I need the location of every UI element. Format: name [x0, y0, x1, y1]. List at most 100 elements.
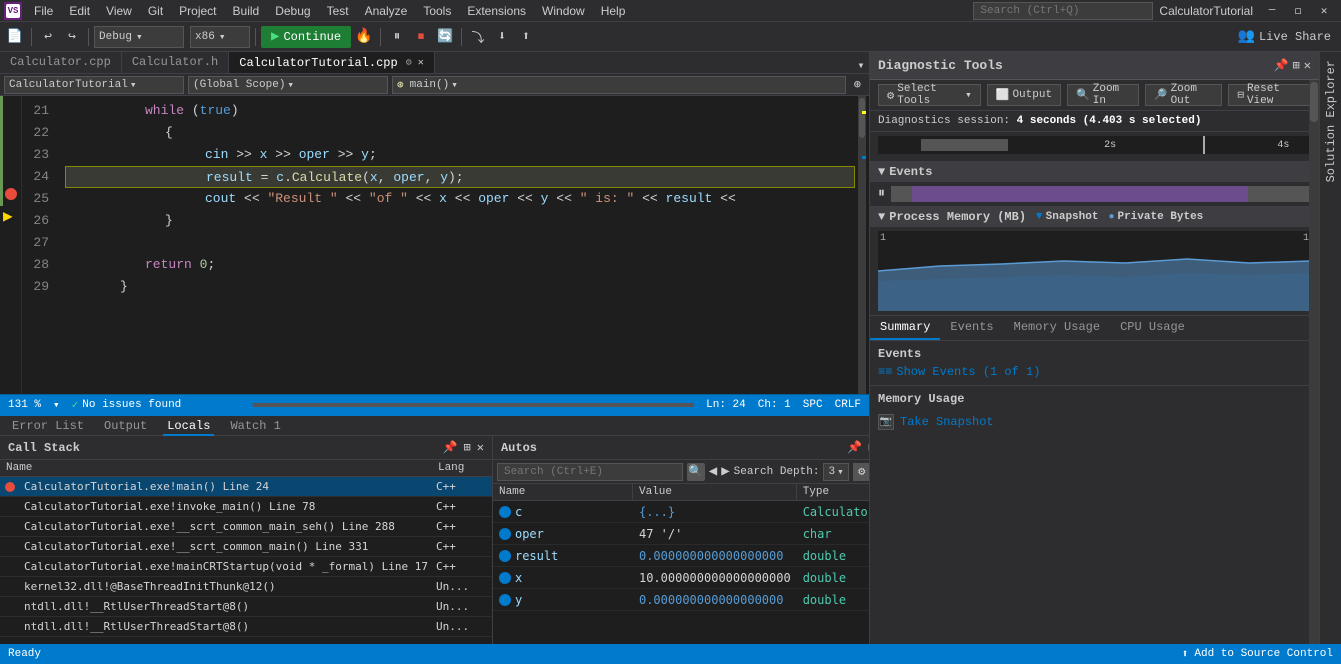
autos-search-input[interactable]	[497, 463, 683, 481]
autos-search-btn[interactable]: 🔍	[687, 463, 705, 481]
tab-watch1[interactable]: Watch 1	[226, 416, 284, 436]
call-stack-row-6[interactable]: ntdll.dll!__RtlUserThreadStart@8()Un...	[0, 597, 492, 617]
menu-item-analyze[interactable]: Analyze	[357, 0, 416, 22]
output-btn[interactable]: ⬜ Output	[987, 84, 1061, 106]
diag-tab-memory-usage[interactable]: Memory Usage	[1004, 316, 1110, 340]
encoding-label: SPC	[803, 399, 823, 411]
diag-tab-events[interactable]: Events	[940, 316, 1003, 340]
call-stack-pin-btn[interactable]: 📌	[443, 440, 458, 455]
menu-item-help[interactable]: Help	[593, 0, 634, 22]
call-stack-dock-btn[interactable]: ⊞	[464, 440, 471, 455]
autos-row-4[interactable]: y0.000000000000000000double	[493, 589, 869, 611]
call-stack-row-5[interactable]: kernel32.dll!@BaseThreadInitThunk@12()Un…	[0, 577, 492, 597]
live-share-btn[interactable]: 👥 Live Share	[1232, 28, 1337, 45]
call-stack-row-1[interactable]: CalculatorTutorial.exe!invoke_main() Lin…	[0, 497, 492, 517]
menu-item-test[interactable]: Test	[319, 0, 357, 22]
tab-output[interactable]: Output	[100, 416, 151, 436]
events-section-header[interactable]: ▼ Events	[870, 162, 1319, 182]
diag-close-btn[interactable]: ✕	[1304, 58, 1311, 73]
menu-item-project[interactable]: Project	[171, 0, 224, 22]
reset-view-btn[interactable]: ⊟ Reset View	[1228, 84, 1311, 106]
menu-item-window[interactable]: Window	[534, 0, 593, 22]
diag-dock-btn[interactable]: ⊞	[1293, 58, 1300, 73]
zoom-dropdown-btn[interactable]: ▾	[53, 398, 60, 412]
diag-pin-btn[interactable]: 📌	[1274, 58, 1289, 73]
menu-item-git[interactable]: Git	[140, 0, 171, 22]
function-dropdown[interactable]: ⊛ main()▾	[392, 76, 846, 94]
call-stack-row-3[interactable]: CalculatorTutorial.exe!__scrt_common_mai…	[0, 537, 492, 557]
code-lines[interactable]: while (true) { cin >> x >> oper >> y; re…	[57, 96, 855, 394]
autos-settings-btn[interactable]: ⚙	[853, 463, 869, 481]
continue-button[interactable]: ▶ Continue	[261, 26, 351, 48]
tab-close-icon[interactable]: ✕	[418, 57, 424, 69]
diag-session-info: Diagnostics session: 4 seconds (4.403 s …	[870, 111, 1319, 132]
tab-error-list[interactable]: Error List	[8, 416, 88, 436]
diag-tab-summary[interactable]: Summary	[870, 316, 940, 340]
autos-row-1[interactable]: oper47 '/'char	[493, 523, 869, 545]
undo-btn[interactable]: ↩	[37, 26, 59, 48]
tab-settings-icon[interactable]: ⚙	[406, 57, 412, 69]
menu-item-debug[interactable]: Debug	[267, 0, 318, 22]
events-pause-btn[interactable]: ⏸	[878, 186, 885, 202]
menu-item-build[interactable]: Build	[225, 0, 268, 22]
stop-btn[interactable]: ⏹	[410, 26, 432, 48]
diag-scrollbar[interactable]	[1309, 80, 1319, 644]
solution-explorer-label[interactable]: Solution Explorer	[1320, 52, 1341, 190]
call-stack-row-0[interactable]: CalculatorTutorial.exe!main() Line 24C++	[0, 477, 492, 497]
debug-mode-dropdown[interactable]: Debug▾	[94, 26, 184, 48]
new-project-btn[interactable]: 📄	[4, 26, 26, 48]
close-button[interactable]: ✕	[1311, 0, 1337, 22]
nav-back-btn[interactable]: ◀	[709, 463, 717, 480]
tab-locals[interactable]: Locals	[163, 416, 214, 436]
menu-item-extensions[interactable]: Extensions	[459, 0, 534, 22]
scope-dropdown[interactable]: (Global Scope)▾	[188, 76, 388, 94]
pause-btn[interactable]: ⏸	[386, 26, 408, 48]
process-memory-header[interactable]: ▼ Process Memory (MB) ▼ Snapshot ● Priva…	[870, 207, 1319, 227]
diag-tab-cpu-usage[interactable]: CPU Usage	[1110, 316, 1195, 340]
breakpoint-line24[interactable]	[5, 188, 17, 200]
menu-item-tools[interactable]: Tools	[415, 0, 459, 22]
tab-calculator-h[interactable]: Calculator.h	[122, 52, 229, 73]
call-stack-row-2[interactable]: CalculatorTutorial.exe!__scrt_common_mai…	[0, 517, 492, 537]
call-stack-close-btn[interactable]: ✕	[477, 440, 484, 455]
autos-row-0[interactable]: c{...}Calculator	[493, 501, 869, 523]
editor-scrollbar[interactable]	[855, 96, 869, 394]
menu-item-view[interactable]: View	[98, 0, 140, 22]
autos-row-2[interactable]: result0.000000000000000000double	[493, 545, 869, 567]
tab-collapse-btn[interactable]: ▾	[853, 58, 869, 73]
diag-scroll-thumb[interactable]	[1310, 82, 1318, 122]
arch-dropdown[interactable]: x86▾	[190, 26, 250, 48]
editor-expand-btn[interactable]: ⊕	[850, 77, 865, 92]
step-out-btn[interactable]: ⬆	[515, 26, 537, 48]
camera-icon: 📷	[878, 414, 894, 430]
zoom-out-btn[interactable]: 🔎 Zoom Out	[1145, 84, 1222, 106]
restore-button[interactable]: ◻	[1285, 0, 1311, 22]
zoom-in-btn[interactable]: 🔍 Zoom In	[1067, 84, 1139, 106]
line-ending-label: CRLF	[835, 399, 861, 411]
scrollbar-horizontal[interactable]	[193, 403, 694, 407]
scroll-thumb[interactable]	[859, 98, 865, 138]
show-events-btn[interactable]: ≡≡ Show Events (1 of 1)	[878, 365, 1311, 379]
project-dropdown[interactable]: CalculatorTutorial▾	[4, 76, 184, 94]
tab-calculator-cpp[interactable]: Calculator.cpp	[0, 52, 122, 73]
search-input[interactable]	[973, 2, 1153, 20]
tab-calculatortutorial-cpp[interactable]: CalculatorTutorial.cpp ⚙ ✕	[229, 52, 435, 73]
timeline-cursor	[1203, 136, 1205, 154]
autos-pin-btn[interactable]: 📌	[847, 440, 862, 455]
take-snapshot-btn[interactable]: 📷 Take Snapshot	[878, 410, 1311, 434]
call-stack-row-7[interactable]: ntdll.dll!__RtlUserThreadStart@8()Un...	[0, 617, 492, 637]
call-stack-row-4[interactable]: CalculatorTutorial.exe!mainCRTStartup(vo…	[0, 557, 492, 577]
nav-fwd-btn[interactable]: ▶	[721, 463, 729, 480]
step-into-btn[interactable]: ⬇	[491, 26, 513, 48]
step-over-btn[interactable]: ⤵	[467, 26, 489, 48]
search-depth-dropdown[interactable]: 3▾	[823, 463, 848, 481]
select-tools-btn[interactable]: ⚙ Select Tools ▾	[878, 84, 981, 106]
restart-btn[interactable]: 🔄	[434, 26, 456, 48]
h-scroll-thumb[interactable]	[193, 403, 253, 407]
menu-item-file[interactable]: File	[26, 0, 61, 22]
autos-row-3[interactable]: x10.000000000000000000double	[493, 567, 869, 589]
menu-item-edit[interactable]: Edit	[61, 0, 98, 22]
fire-btn[interactable]: 🔥	[353, 26, 375, 48]
minimize-button[interactable]: ─	[1259, 0, 1285, 22]
redo-btn[interactable]: ↪	[61, 26, 83, 48]
